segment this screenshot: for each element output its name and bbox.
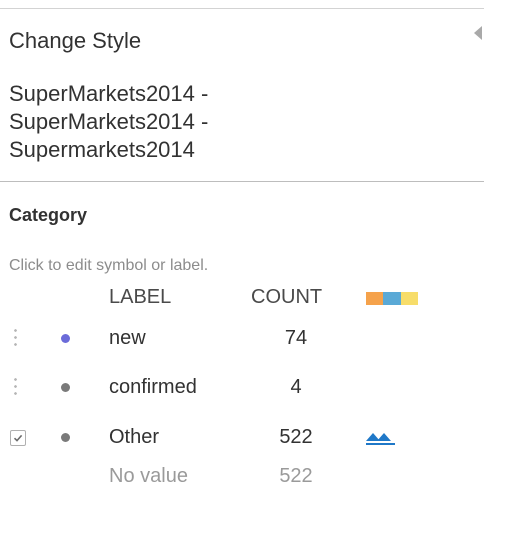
symbol-dot[interactable] — [61, 334, 70, 343]
category-row: confirmed 4 — [0, 371, 484, 405]
color-ramp-swatch[interactable] — [366, 292, 418, 305]
back-arrow-icon[interactable] — [474, 26, 482, 40]
edit-hint-text: Click to edit symbol or label. — [9, 257, 209, 274]
no-value-row: No value 522 — [0, 460, 484, 494]
ramp-color-orange — [366, 292, 384, 305]
category-count: 74 — [284, 327, 308, 349]
category-row: new 74 — [0, 322, 484, 356]
label-column-header: LABEL — [109, 286, 172, 308]
ramp-color-blue — [383, 292, 401, 305]
double-up-arrow-icon[interactable] — [366, 431, 396, 445]
category-count: 4 — [290, 376, 302, 398]
section-divider — [0, 181, 484, 182]
category-label[interactable]: Other — [109, 426, 159, 449]
no-value-count: 522 — [279, 465, 313, 487]
symbol-dot[interactable] — [61, 383, 70, 392]
no-value-label: No value — [109, 465, 188, 487]
drag-handle-icon[interactable] — [14, 376, 17, 398]
layer-name: SuperMarkets2014 - SuperMarkets2014 - Su… — [9, 81, 209, 162]
symbol-dot[interactable] — [61, 433, 70, 442]
top-divider — [0, 8, 484, 9]
category-count: 522 — [279, 426, 313, 448]
count-column-header: COUNT — [251, 286, 323, 308]
category-row-other: Other 522 — [0, 421, 484, 455]
drag-handle-icon[interactable] — [14, 327, 17, 349]
checkmark-icon — [13, 434, 23, 442]
category-label[interactable]: confirmed — [109, 376, 197, 399]
category-label[interactable]: new — [109, 327, 146, 350]
ramp-color-yellow — [400, 292, 418, 305]
other-checkbox[interactable] — [10, 430, 26, 446]
category-heading: Category — [9, 205, 88, 225]
panel-title: Change Style — [9, 28, 142, 53]
